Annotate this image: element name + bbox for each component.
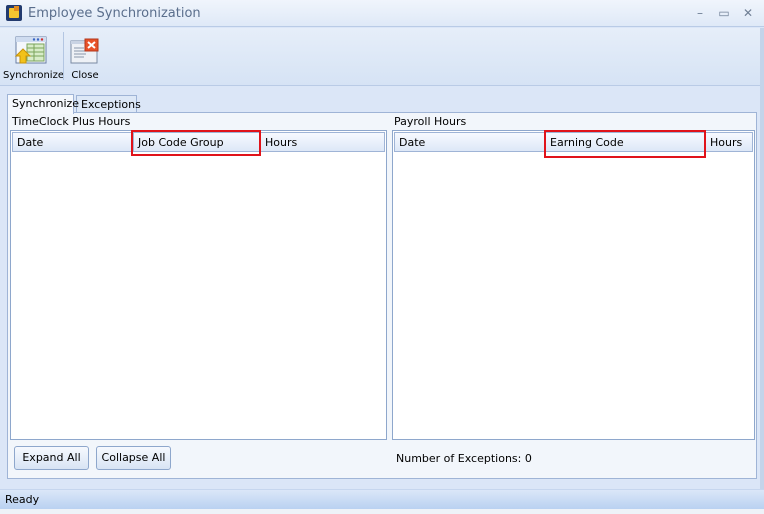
highlight-box xyxy=(544,130,706,158)
status-text: Ready xyxy=(5,493,40,506)
window-bottom-edge xyxy=(0,509,764,514)
payroll-hours-label: Payroll Hours xyxy=(394,115,467,128)
close-label: Close xyxy=(71,70,99,81)
column-header-hours[interactable]: Hours xyxy=(260,132,385,152)
column-header-hours[interactable]: Hours xyxy=(705,132,753,152)
status-bar: Ready xyxy=(0,489,764,509)
title-bar: Employee Synchronization – ▭ ✕ xyxy=(0,0,764,27)
close-icon xyxy=(70,38,99,64)
synchronize-icon xyxy=(15,36,47,64)
app-icon xyxy=(6,5,22,21)
window-border xyxy=(760,28,764,489)
minimize-button[interactable]: – xyxy=(691,5,709,21)
timeclock-hours-grid[interactable]: Date Job Code Group Hours xyxy=(10,130,387,440)
window-title: Employee Synchronization xyxy=(28,6,201,21)
toolbar-separator xyxy=(63,32,64,80)
close-button[interactable]: Close xyxy=(66,31,104,83)
tab-synchronize[interactable]: Synchronize xyxy=(7,94,79,114)
synchronize-tab-page: TimeClock Plus Hours Date Job Code Group… xyxy=(7,112,757,479)
exceptions-count: Number of Exceptions: 0 xyxy=(396,452,532,465)
synchronize-label: Synchronize xyxy=(3,70,64,81)
column-header-date[interactable]: Date xyxy=(394,132,545,152)
highlight-box xyxy=(131,130,261,156)
expand-all-button[interactable]: Expand All xyxy=(14,446,89,470)
maximize-button[interactable]: ▭ xyxy=(715,5,733,21)
collapse-all-button[interactable]: Collapse All xyxy=(96,446,171,470)
payroll-hours-grid[interactable]: Date Earning Code Hours xyxy=(392,130,755,440)
column-header-date[interactable]: Date xyxy=(12,132,133,152)
synchronize-button[interactable]: Synchronize xyxy=(3,31,64,83)
main-content: Synchronize Exceptions TimeClock Plus Ho… xyxy=(4,90,759,488)
close-window-button[interactable]: ✕ xyxy=(739,5,757,21)
toolbar: Synchronize Close xyxy=(0,28,764,86)
timeclock-hours-label: TimeClock Plus Hours xyxy=(12,115,131,128)
